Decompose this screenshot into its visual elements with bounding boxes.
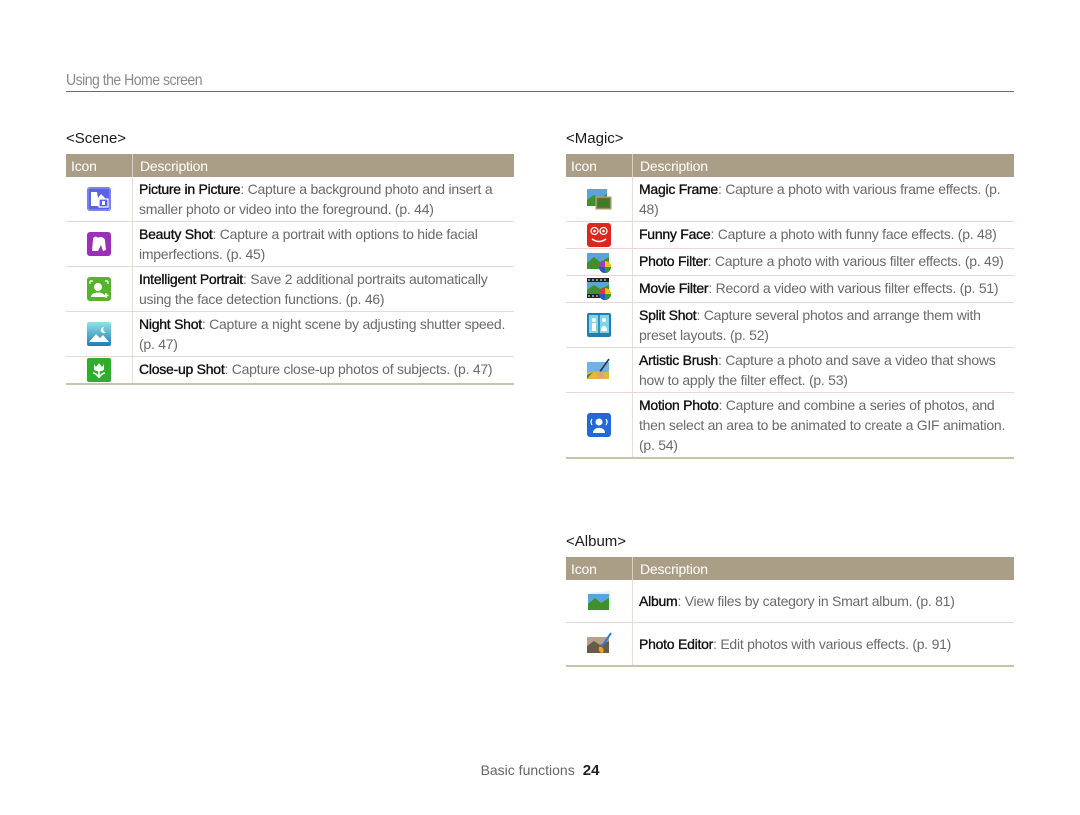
description-cell: Photo Editor: Edit photos with various e… <box>632 622 1014 667</box>
icon-cell <box>566 347 633 393</box>
feature-name: Split Shot <box>639 307 697 323</box>
icon-cell <box>566 221 633 249</box>
icon-cell <box>566 622 633 667</box>
table-row: Beauty Shot: Capture a portrait with opt… <box>66 221 514 267</box>
beauty-shot-icon <box>85 231 113 257</box>
description-cell: Photo Filter: Capture a photo with vario… <box>632 248 1014 276</box>
table-row: Photo Filter: Capture a photo with vario… <box>566 248 1014 276</box>
description-cell: Picture in Picture: Capture a background… <box>132 177 514 222</box>
description-cell: Split Shot: Capture several photos and a… <box>632 302 1014 348</box>
magic-section: <Magic> Icon Description Magic Frame: Ca… <box>566 128 1014 459</box>
icon-cell <box>566 580 633 623</box>
intelligent-portrait-icon <box>85 276 113 302</box>
feature-description: : Edit photos with various effects. (p. … <box>713 636 952 652</box>
table-row: Artistic Brush: Capture a photo and save… <box>566 347 1014 393</box>
page-number: 24 <box>582 762 600 779</box>
album-title: <Album> <box>566 533 627 550</box>
feature-name: Close-up Shot <box>139 361 225 377</box>
album-section: <Album> Icon Description Album: View fil… <box>566 531 1014 667</box>
feature-description: : Capture close-up photos of subjects. (… <box>224 361 493 377</box>
feature-description: : Record a video with various filter eff… <box>708 280 999 296</box>
picture-in-picture-icon <box>85 186 113 212</box>
artistic-brush-icon <box>585 357 613 383</box>
feature-name: Artistic Brush <box>639 352 719 368</box>
feature-name: Beauty Shot <box>139 226 213 242</box>
icon-cell <box>566 302 633 348</box>
footer-section-name: Basic functions <box>480 762 575 778</box>
photo-editor-icon <box>585 631 613 657</box>
description-cell: Artistic Brush: Capture a photo and save… <box>632 347 1014 393</box>
scene-title: <Scene> <box>66 130 127 147</box>
album-table: Icon Description Album: View files by ca… <box>566 557 1014 667</box>
feature-name: Movie Filter <box>639 280 709 296</box>
feature-name: Funny Face <box>639 226 711 242</box>
feature-name: Magic Frame <box>639 181 719 197</box>
feature-description: : Capture a photo with funny face effect… <box>710 226 997 242</box>
feature-name: Photo Editor <box>639 636 714 652</box>
feature-description: : View files by category in Smart album.… <box>677 593 955 609</box>
description-cell: Intelligent Portrait: Save 2 additional … <box>132 266 514 312</box>
icon-cell <box>566 248 633 276</box>
icon-cell <box>66 177 133 222</box>
icon-cell <box>66 311 133 357</box>
description-cell: Funny Face: Capture a photo with funny f… <box>632 221 1014 249</box>
description-column-header: Description <box>132 154 514 177</box>
icon-column-header: Icon <box>566 557 633 580</box>
magic-frame-icon <box>585 186 613 212</box>
table-row: Split Shot: Capture several photos and a… <box>566 302 1014 348</box>
table-row: Photo Editor: Edit photos with various e… <box>566 622 1014 667</box>
table-row: Picture in Picture: Capture a background… <box>66 177 514 222</box>
description-cell: Album: View files by category in Smart a… <box>632 580 1014 623</box>
table-row: Movie Filter: Record a video with variou… <box>566 275 1014 303</box>
icon-cell <box>566 177 633 222</box>
page-footer: Basic functions 24 <box>0 762 1080 779</box>
description-cell: Beauty Shot: Capture a portrait with opt… <box>132 221 514 267</box>
table-row: Magic Frame: Capture a photo with variou… <box>566 177 1014 222</box>
funny-face-icon <box>585 222 613 248</box>
description-column-header: Description <box>632 154 1014 177</box>
icon-cell <box>66 221 133 267</box>
table-row: Album: View files by category in Smart a… <box>566 580 1014 623</box>
icon-cell <box>566 275 633 303</box>
description-cell: Magic Frame: Capture a photo with variou… <box>632 177 1014 222</box>
movie-filter-icon <box>585 276 613 302</box>
icon-column-header: Icon <box>566 154 633 177</box>
description-cell: Motion Photo: Capture and combine a seri… <box>632 392 1014 459</box>
icon-cell <box>66 266 133 312</box>
split-shot-icon <box>585 312 613 338</box>
feature-name: Night Shot <box>139 316 202 332</box>
icon-cell <box>566 392 633 459</box>
feature-name: Motion Photo <box>639 397 719 413</box>
feature-name: Photo Filter <box>639 253 708 269</box>
magic-table: Icon Description Magic Frame: Capture a … <box>566 154 1014 459</box>
magic-title: <Magic> <box>566 130 624 147</box>
table-row: Intelligent Portrait: Save 2 additional … <box>66 266 514 312</box>
feature-name: Picture in Picture <box>139 181 241 197</box>
description-cell: Night Shot: Capture a night scene by adj… <box>132 311 514 357</box>
scene-table: Icon Description Picture in Picture: Cap… <box>66 154 514 385</box>
description-column-header: Description <box>632 557 1014 580</box>
icon-column-header: Icon <box>66 154 133 177</box>
scene-section: <Scene> Icon Description Picture in Pict… <box>66 128 514 385</box>
description-cell: Close-up Shot: Capture close-up photos o… <box>132 356 514 385</box>
feature-name: Intelligent Portrait <box>139 271 244 287</box>
table-row: Night Shot: Capture a night scene by adj… <box>66 311 514 357</box>
feature-description: : Capture a photo with various filter ef… <box>707 253 1004 269</box>
feature-name: Album <box>639 593 678 609</box>
night-shot-icon <box>85 321 113 347</box>
motion-photo-icon <box>585 412 613 438</box>
close-up-shot-icon <box>85 357 113 383</box>
page-header: Using the Home screen <box>66 71 1014 92</box>
icon-cell <box>66 356 133 385</box>
table-row: Funny Face: Capture a photo with funny f… <box>566 221 1014 249</box>
description-cell: Movie Filter: Record a video with variou… <box>632 275 1014 303</box>
album-icon <box>585 588 613 614</box>
photo-filter-icon <box>585 249 613 275</box>
page-title: Using the Home screen <box>66 72 203 89</box>
table-row: Motion Photo: Capture and combine a seri… <box>566 392 1014 459</box>
table-row: Close-up Shot: Capture close-up photos o… <box>66 356 514 385</box>
